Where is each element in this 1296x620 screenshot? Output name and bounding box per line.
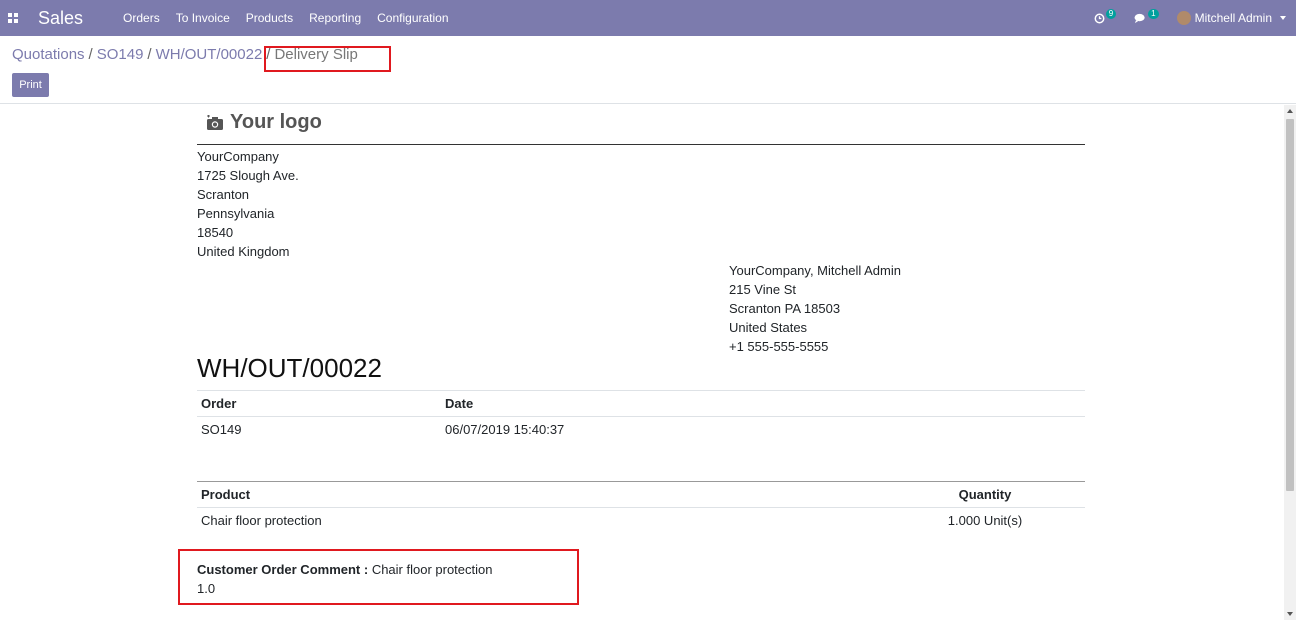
apps-menu-icon[interactable] — [0, 0, 26, 36]
address-line: +1 555-555-5555 — [729, 339, 829, 354]
table-header-row: Order Date — [197, 391, 1085, 417]
company-address: YourCompany 1725 Slough Ave. Scranton Pe… — [197, 147, 299, 261]
app-brand[interactable]: Sales — [38, 8, 83, 29]
report-scrollbar[interactable] — [1284, 105, 1296, 620]
avatar — [1176, 11, 1191, 25]
move-lines-table: Product Quantity Chair floor protection … — [197, 481, 1085, 534]
date-header: Date — [445, 396, 474, 411]
breadcrumb-order[interactable]: SO149 — [97, 46, 144, 63]
print-button[interactable]: Print — [12, 73, 49, 97]
date-value: 06/07/2019 15:40:37 — [445, 422, 565, 438]
order-value: SO149 — [201, 422, 242, 438]
camera-icon — [207, 114, 223, 130]
quantity-header: Quantity — [958, 487, 1012, 502]
address-line: 215 Vine St — [729, 282, 796, 297]
report-viewer: Your logo YourCompany 1725 Slough Ave. S… — [0, 105, 1284, 620]
menu-reporting[interactable]: Reporting — [301, 0, 369, 36]
header-divider — [197, 144, 1085, 145]
logo-text: Your logo — [230, 111, 322, 133]
control-panel: Quotations / SO149/WH/OUT/00022/Delivery S… — [0, 36, 1296, 104]
highlight-box-breadcrumb — [264, 46, 391, 72]
breadcrumb-quotations[interactable]: Quotations — [12, 46, 85, 63]
scroll-down-icon[interactable] — [1287, 612, 1293, 616]
menu-to-invoice[interactable]: To Invoice — [168, 0, 238, 36]
scroll-up-icon[interactable] — [1287, 109, 1293, 113]
quantity-cell: 1.000 Unit(s) — [947, 513, 1023, 529]
breadcrumb-separator: / — [147, 46, 152, 63]
breadcrumb-separator: / — [88, 46, 93, 63]
chat-icon — [1134, 13, 1145, 23]
messaging-menu[interactable]: 1 — [1134, 9, 1159, 24]
address-line: 1725 Slough Ave. — [197, 168, 299, 183]
address-line: 18540 — [197, 225, 234, 240]
message-count-badge: 1 — [1148, 9, 1159, 19]
activity-menu[interactable]: 9 — [1094, 9, 1117, 24]
address-line: YourCompany, Mitchell Admin — [729, 263, 901, 278]
table-header-row: Product Quantity — [197, 482, 1085, 508]
address-line: Scranton — [197, 187, 250, 202]
address-line: Scranton PA 18503 — [729, 301, 841, 316]
table-row: Chair floor protection 1.000 Unit(s) — [197, 508, 1085, 534]
table-row: SO149 06/07/2019 15:40:37 — [197, 417, 1085, 443]
activity-count-badge: 9 — [1105, 9, 1117, 19]
document-title: WH/OUT/00022 — [197, 353, 382, 383]
info-table: Order Date SO149 06/07/2019 15:40:37 — [197, 390, 1085, 443]
user-name: Mitchell Admin — [1194, 11, 1272, 25]
order-header: Order — [201, 396, 237, 411]
address-line: YourCompany — [197, 149, 279, 164]
address-line: United Kingdom — [197, 244, 290, 259]
menu-configuration[interactable]: Configuration — [369, 0, 456, 36]
clock-icon — [1094, 13, 1105, 23]
partner-address: YourCompany, Mitchell Admin 215 Vine St … — [729, 261, 901, 356]
address-line: Pennsylvania — [197, 206, 275, 221]
systray: 9 1 Mitchell Admin — [1076, 0, 1286, 36]
company-logo: Your logo — [206, 111, 322, 134]
menu-orders[interactable]: Orders — [115, 0, 168, 36]
breadcrumb-picking[interactable]: WH/OUT/00022 — [156, 46, 263, 63]
highlight-box-comment — [178, 549, 579, 605]
menu-products[interactable]: Products — [238, 0, 301, 36]
main-menu: Orders To Invoice Products Reporting Con… — [115, 0, 457, 36]
product-header: Product — [201, 487, 251, 502]
top-navbar: Sales Orders To Invoice Products Reporti… — [0, 0, 1296, 36]
scroll-thumb[interactable] — [1286, 119, 1294, 491]
caret-down-icon — [1280, 16, 1286, 20]
address-line: United States — [729, 320, 808, 335]
user-menu[interactable]: Mitchell Admin — [1176, 11, 1286, 25]
product-cell: Chair floor protection — [201, 513, 322, 529]
